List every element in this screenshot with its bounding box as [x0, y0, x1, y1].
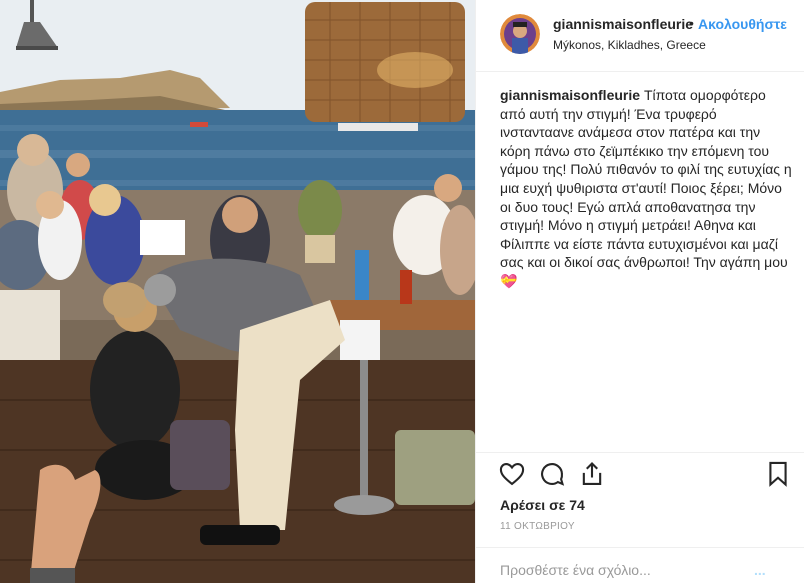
separator-dot: • [689, 15, 694, 31]
post-photo[interactable] [0, 0, 475, 583]
caption-username[interactable]: giannismaisonfleurie [500, 87, 640, 103]
post-date[interactable]: 11 ΟΚΤΩΒΡΙΟΥ [500, 521, 575, 532]
username-link[interactable]: giannismaisonfleurie [553, 16, 693, 32]
comment-input[interactable] [500, 562, 740, 578]
follow-button[interactable]: Ακολουθήστε [698, 16, 787, 32]
post-details-panel: giannismaisonfleurie • Ακολουθήστε Mýkon… [475, 0, 804, 583]
comment-bar: ... [476, 547, 804, 583]
location-link[interactable]: Mýkonos, Kikladhes, Greece [553, 38, 706, 52]
avatar[interactable] [500, 14, 540, 54]
post-caption: giannismaisonfleurie Τίποτα ομορφότερο α… [500, 86, 792, 291]
actions-divider [476, 452, 804, 453]
caption-text: Τίποτα ομορφότερο από αυτή την στιγμή! Έ… [500, 87, 792, 289]
comment-icon[interactable] [538, 460, 568, 490]
avatar-image [500, 14, 540, 54]
likes-count[interactable]: Αρέσει σε 74 [500, 497, 585, 513]
more-icon[interactable]: ... [754, 562, 766, 578]
share-icon[interactable] [578, 460, 608, 490]
photo-scene [0, 0, 475, 583]
bookmark-icon[interactable] [764, 460, 794, 490]
heart-icon[interactable] [498, 460, 528, 490]
post-header: giannismaisonfleurie • Ακολουθήστε Mýkon… [476, 0, 804, 72]
